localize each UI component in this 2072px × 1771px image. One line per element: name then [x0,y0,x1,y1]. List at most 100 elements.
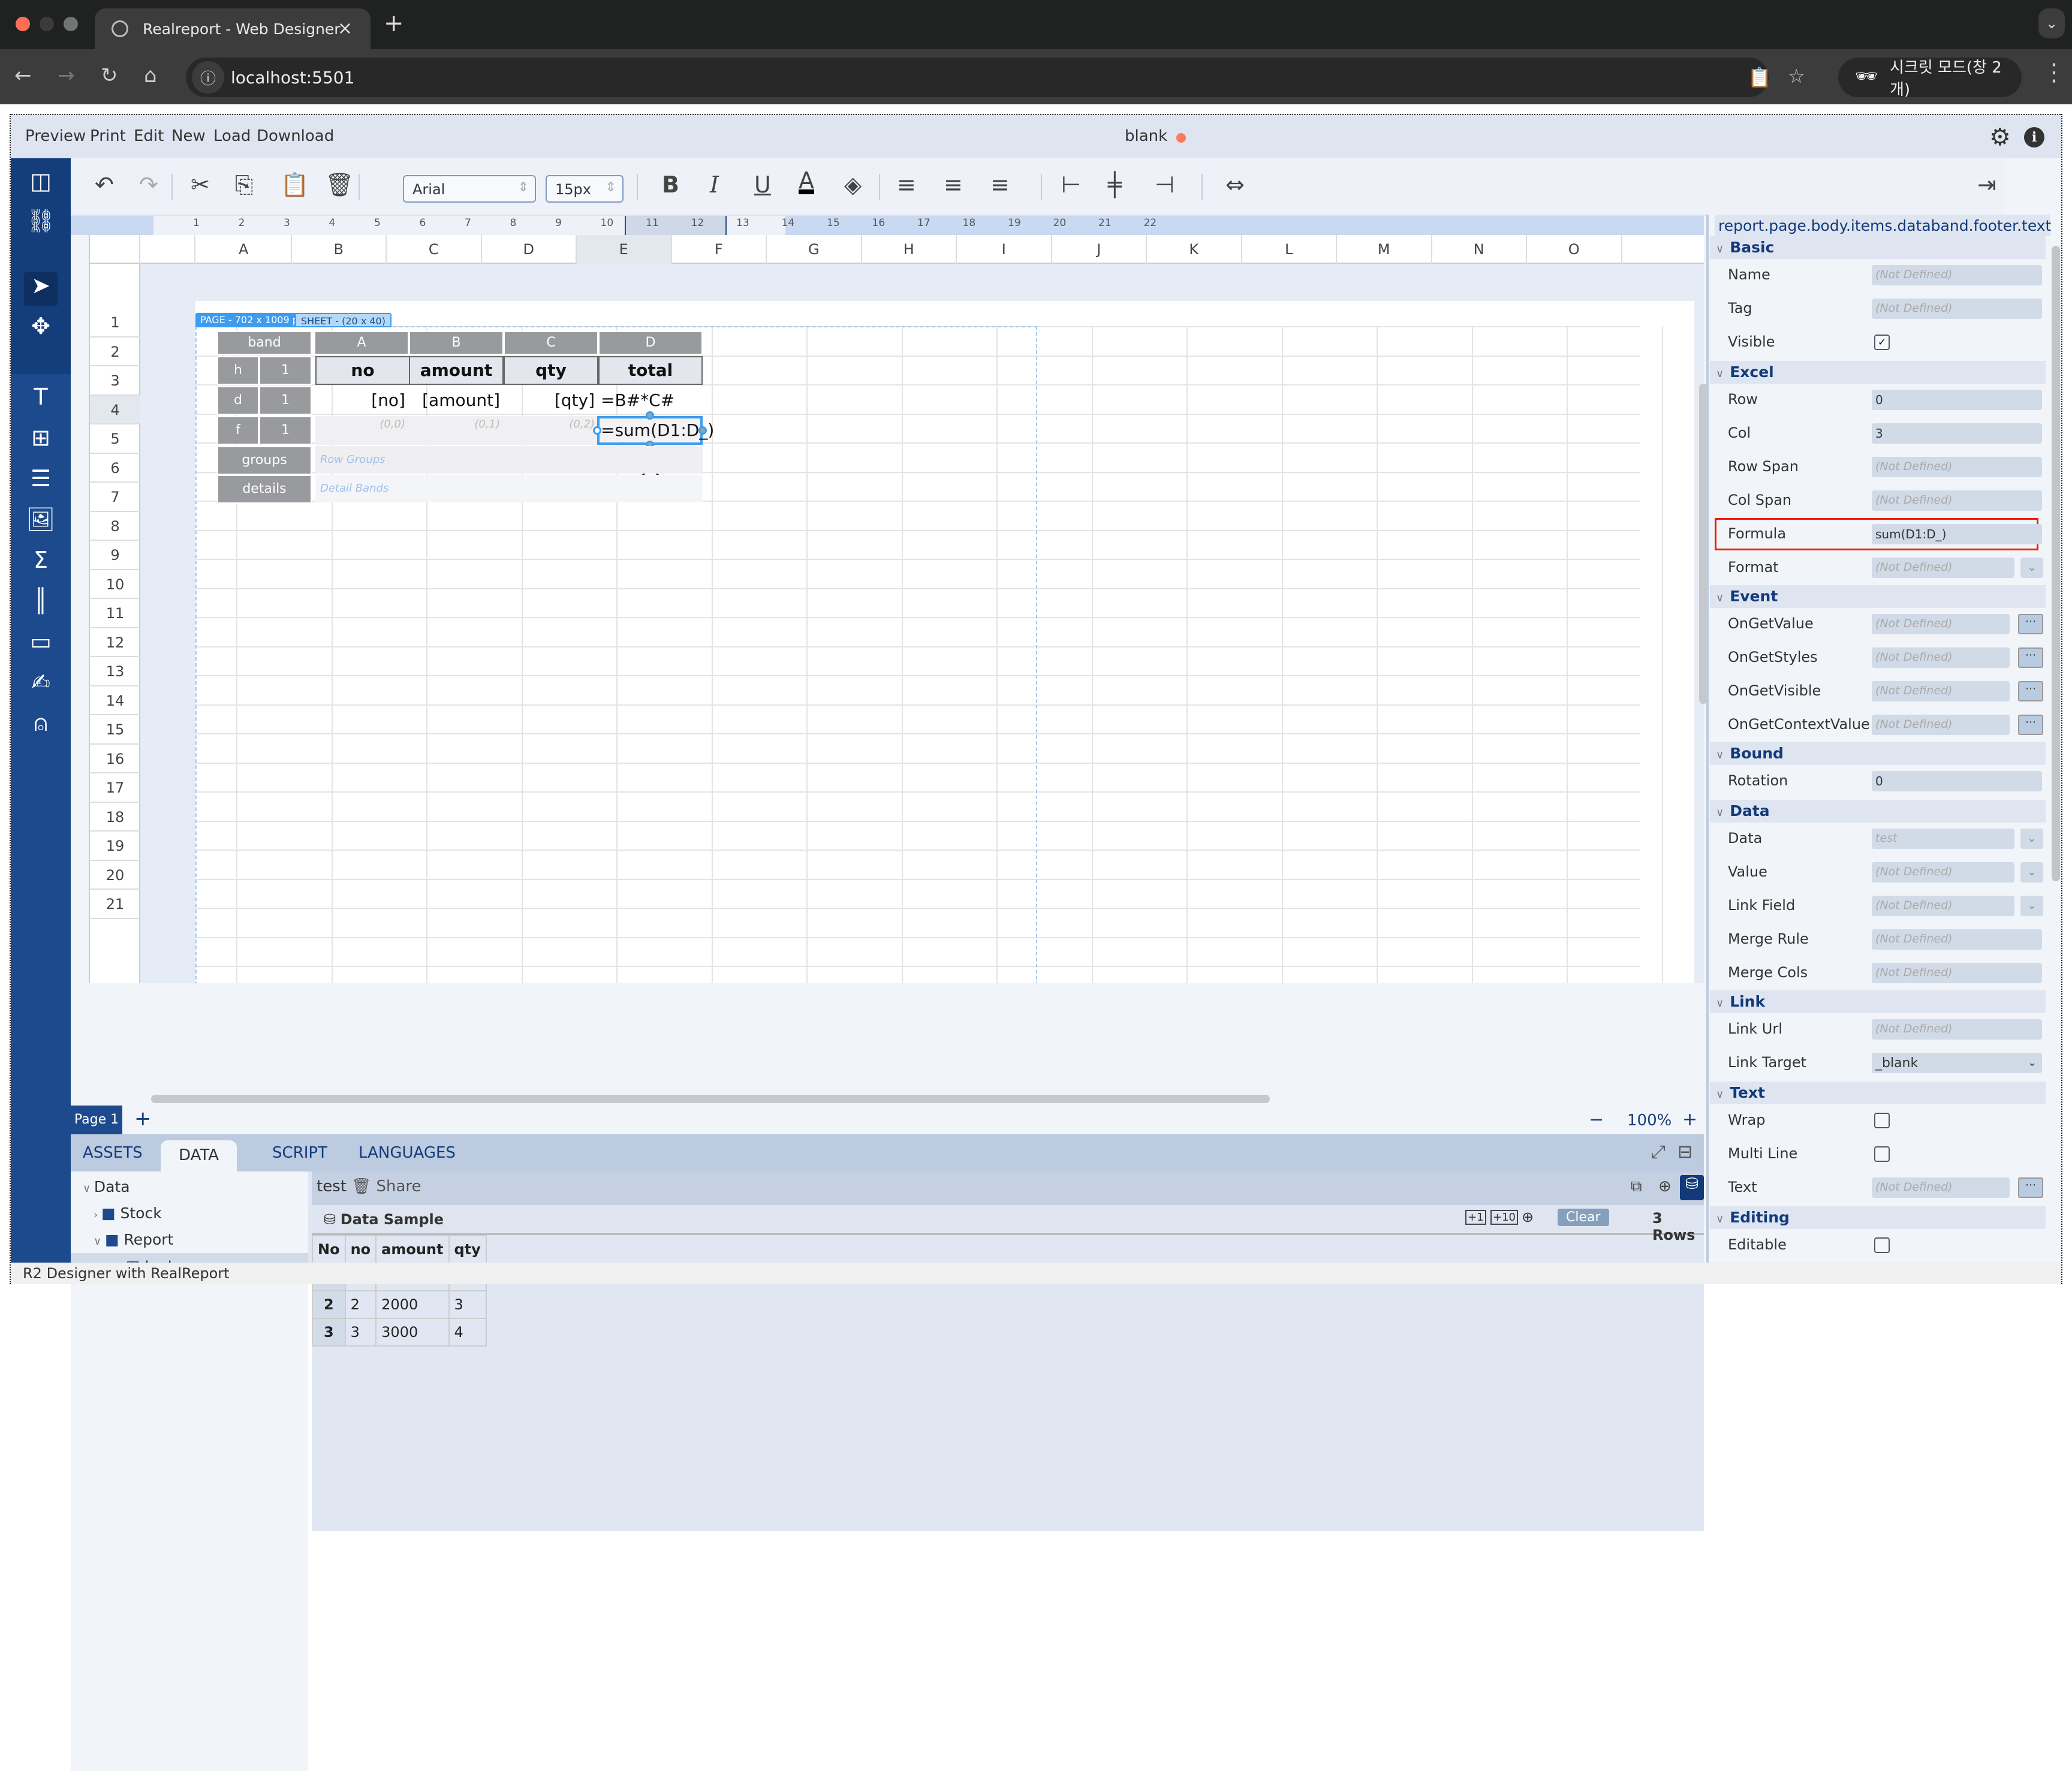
row-header-cell[interactable]: 15 [90,715,140,745]
cut-icon[interactable]: ✂ [191,171,210,198]
section-text[interactable]: ∨ Text [1710,1082,2046,1104]
row-header-cell[interactable]: 16 [90,745,140,773]
row-header-cell[interactable]: 8 [90,512,140,541]
table-tool-icon[interactable]: ⊞ [11,424,71,451]
link-field-select[interactable]: (Not Defined) [1872,896,2014,916]
column-header-cell[interactable]: C [387,235,482,264]
detail-cell[interactable]: [no] [315,386,409,415]
close-window-button[interactable] [16,17,30,31]
menu-preview[interactable]: Preview [25,127,86,145]
incognito-indicator[interactable]: 🕶 시크릿 모드(창 2개) [1838,58,2022,99]
align-left-icon[interactable]: ≡ [897,171,916,198]
redo-icon[interactable]: ↷ [139,171,158,198]
bookmark-star-icon[interactable]: ☆ [1788,65,1805,88]
canvas-horizontal-scrollbar[interactable] [151,1095,1270,1103]
band-tool-icon[interactable]: ☰ [11,465,71,492]
collapse-panel-icon[interactable]: ⊟ [1678,1141,1692,1162]
edit-script-button[interactable]: ⋯ [2018,715,2043,735]
row-header-cell[interactable]: 1 [90,308,140,338]
column-header-cell[interactable]: A [197,235,292,264]
add-from-web-icon[interactable]: ⊕ [1522,1209,1534,1225]
column-header-cell[interactable]: H [862,235,957,264]
row-span-input[interactable]: (Not Defined) [1872,457,2042,477]
header-cell[interactable]: total [598,356,703,385]
data-dropdown-icon[interactable]: ⌄ [2020,829,2043,849]
footer-cell-placeholder[interactable]: (0,2) [504,416,598,445]
stamp-icon[interactable]: ⍝ [11,710,71,737]
header-cell[interactable]: amount [409,356,504,385]
rotation-input[interactable]: 0 [1872,771,2042,791]
table-cell[interactable]: 3 [344,1318,377,1347]
wrap-checkbox[interactable] [1874,1113,1890,1128]
toggle-panel-icon[interactable]: ◫ [11,168,71,194]
add-one-row-icon[interactable]: +1 [1465,1210,1486,1225]
detail-cell-formula[interactable]: =B#*C# [598,386,703,415]
section-editing[interactable]: ∨ Editing [1710,1206,2046,1229]
column-header-cell[interactable]: F [672,235,767,264]
fit-width-icon[interactable]: ⇔ [1225,171,1245,198]
image-tool-icon[interactable]: 🖼 [11,506,71,533]
row-header-cell[interactable]: 3 [90,366,140,396]
zoom-out-button[interactable]: − [1589,1109,1604,1130]
section-event[interactable]: ∨ Event [1710,585,2046,608]
ongetstyles-input[interactable]: (Not Defined) [1872,647,2010,668]
detail-cell[interactable]: [amount] [409,386,504,415]
format-input[interactable]: (Not Defined) [1872,558,2014,578]
home-icon[interactable]: ⌂ [144,64,157,88]
font-size-select[interactable]: 15px ⇕ [546,175,624,203]
row-header-cell[interactable]: 12 [90,628,140,657]
align-items-left-icon[interactable]: ⊢ [1061,171,1081,198]
hierarchy-icon[interactable]: ⛓ [11,207,71,234]
link-url-input[interactable]: (Not Defined) [1872,1019,2042,1040]
row-header-cell[interactable]: 21 [90,890,140,919]
database-edit-icon[interactable]: ⛁ [1680,1175,1704,1200]
resize-handle[interactable] [646,411,654,420]
row-header-cell[interactable]: 17 [90,773,140,803]
edit-text-button[interactable]: ⋯ [2018,1177,2043,1198]
share-button[interactable]: Share [376,1177,421,1195]
info-icon[interactable]: i [2024,127,2044,147]
merge-cols-input[interactable]: (Not Defined) [1872,963,2042,983]
header-cell[interactable]: qty [504,356,598,385]
browser-tab[interactable]: Realreport - Web Designer × [95,8,371,49]
ongetvisible-input[interactable]: (Not Defined) [1872,681,2010,701]
new-tab-button[interactable]: + [384,10,404,37]
tree-structure-icon[interactable]: ⧉ [1631,1177,1642,1196]
select-pointer-icon[interactable]: ➤ [11,272,71,299]
undo-icon[interactable]: ↶ [95,171,114,198]
tab-languages[interactable]: LANGUAGES [359,1144,456,1162]
value-dropdown-icon[interactable]: ⌄ [2020,862,2043,883]
resize-handle[interactable] [593,426,601,435]
row-header-cell[interactable]: 4 [90,395,140,424]
menu-print[interactable]: Print [90,127,126,145]
align-items-center-icon[interactable]: ╪ [1108,171,1122,198]
detail-cell[interactable]: [qty] [504,386,598,415]
table-cell[interactable]: 4 [448,1318,487,1347]
link-field-dropdown-icon[interactable]: ⌄ [2020,896,2043,916]
column-header-cell[interactable]: O [1527,235,1622,264]
menu-download[interactable]: Download [257,127,334,145]
forward-icon[interactable]: → [58,64,75,88]
ongetvalue-input[interactable]: (Not Defined) [1872,614,2010,634]
formula-input[interactable]: sum(D1:D_) [1872,524,2042,544]
underline-icon[interactable]: U [754,171,771,198]
visible-checkbox[interactable]: ✓ [1874,335,1890,350]
trash-icon[interactable]: 🗑 [351,1177,371,1195]
column-header-cell[interactable]: E [577,235,672,264]
link-target-select[interactable]: _blank [1872,1053,2042,1073]
tree-item-stock[interactable]: › ■ Stock [94,1200,162,1227]
resize-handle[interactable] [698,426,707,435]
page-tab[interactable]: Page 1 [71,1106,122,1134]
column-header-cell[interactable]: L [1242,235,1337,264]
tab-search-button[interactable]: ⌄ [2038,8,2065,38]
row-header-cell[interactable]: 20 [90,861,140,890]
align-center-icon[interactable]: ≡ [944,171,963,198]
align-items-right-icon[interactable]: ⊣ [1155,171,1174,198]
value-select[interactable]: (Not Defined) [1872,862,2014,883]
zoom-in-button[interactable]: + [1682,1109,1697,1130]
font-family-select[interactable]: Arial ⇕ [403,175,536,203]
ongetcontextvalue-input[interactable]: (Not Defined) [1872,715,2010,735]
align-right-icon[interactable]: ≡ [990,171,1010,198]
name-input[interactable]: (Not Defined) [1872,265,2042,285]
detail-bands-area[interactable]: Detail Bands [315,475,703,502]
